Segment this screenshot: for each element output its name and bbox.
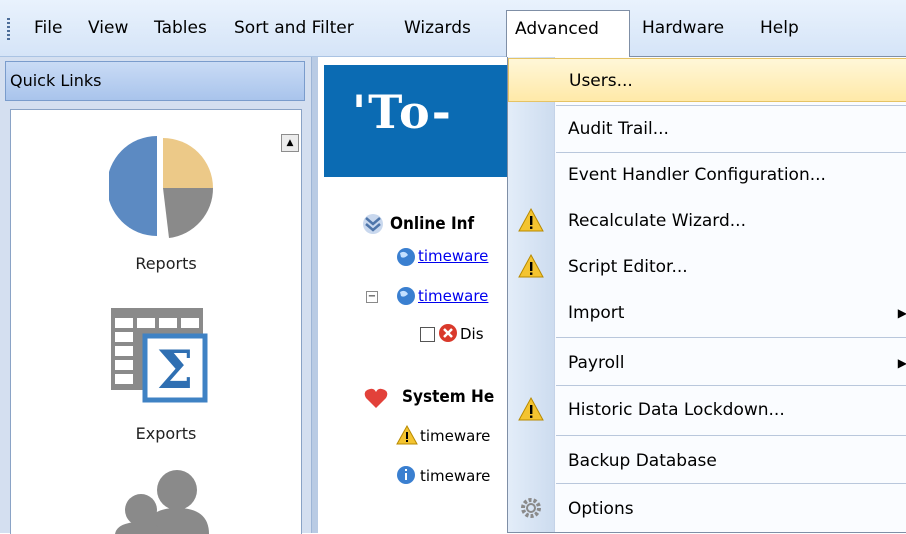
menu-view[interactable]: View: [80, 10, 136, 46]
globe-icon: [397, 287, 415, 305]
online-link-1[interactable]: timeware: [418, 247, 488, 265]
chevron-double-icon[interactable]: [362, 213, 384, 235]
menu-item-payroll[interactable]: Payroll ▶: [508, 341, 906, 385]
menu-separator: [556, 483, 906, 484]
warning-icon: [518, 253, 544, 278]
menu-separator: [556, 337, 906, 338]
warning-icon: [518, 396, 544, 421]
menu-item-historic-data-lockdown[interactable]: Historic Data Lockdown...: [508, 388, 906, 432]
banner-title: 'To-: [352, 85, 453, 139]
heart-icon: [364, 388, 388, 408]
menu-sort-and-filter[interactable]: Sort and Filter: [226, 10, 362, 46]
scroll-up-button[interactable]: ▲: [281, 134, 299, 152]
menu-item-label: Audit Trail...: [568, 119, 669, 139]
menu-item-event-handler-configuration[interactable]: Event Handler Configuration...: [508, 153, 906, 197]
quick-links-header: Quick Links: [5, 61, 305, 101]
toolbar-grip[interactable]: [7, 18, 10, 40]
error-icon: [439, 324, 457, 342]
online-info-heading: Online Inf: [390, 214, 475, 234]
menu-item-label: Users...: [569, 71, 633, 91]
menu-file[interactable]: File: [26, 10, 70, 46]
exports-sigma-icon[interactable]: Σ: [111, 298, 211, 408]
menu-bar: File View Tables Sort and Filter Wizards…: [0, 0, 906, 57]
online-link-2[interactable]: timeware: [418, 287, 488, 305]
submenu-arrow-icon: ▶: [897, 306, 906, 320]
menu-hardware[interactable]: Hardware: [634, 10, 732, 46]
menu-separator: [556, 435, 906, 436]
globe-icon: [397, 248, 415, 266]
quick-link-reports[interactable]: Reports: [111, 254, 221, 273]
quick-link-exports[interactable]: Exports: [111, 424, 221, 443]
svg-text:Σ: Σ: [157, 340, 194, 401]
warning-icon: [396, 425, 418, 445]
system-health-heading: System He: [402, 387, 495, 407]
menu-item-label: Import: [568, 303, 625, 323]
menu-item-label: Script Editor...: [568, 257, 688, 277]
menu-item-label: Payroll: [568, 353, 625, 373]
menu-item-script-editor[interactable]: Script Editor...: [508, 245, 906, 289]
menu-item-backup-database[interactable]: Backup Database: [508, 439, 906, 483]
menu-separator: [556, 385, 906, 386]
disable-label: Dis: [460, 325, 484, 343]
gear-icon: [521, 498, 541, 518]
quick-links-list: ▲ Reports Σ Exports: [10, 109, 302, 534]
menu-item-label: Historic Data Lockdown...: [568, 400, 785, 420]
menu-help[interactable]: Help: [752, 10, 807, 46]
menu-item-options[interactable]: Options: [508, 487, 906, 531]
users-icon[interactable]: [115, 470, 215, 534]
menu-item-label: Options: [568, 499, 634, 519]
menu-wizards[interactable]: Wizards: [396, 10, 479, 46]
menu-item-label: Backup Database: [568, 451, 717, 471]
menu-advanced[interactable]: Advanced: [506, 10, 630, 57]
system-item-1: timeware: [420, 427, 491, 445]
disable-checkbox[interactable]: [420, 327, 435, 342]
system-item-2: timeware: [420, 467, 491, 485]
menu-item-recalculate-wizard[interactable]: Recalculate Wizard...: [508, 199, 906, 243]
menu-item-users[interactable]: Users...: [508, 58, 906, 102]
pie-chart-icon[interactable]: [109, 134, 217, 242]
info-icon: [397, 466, 415, 484]
menu-item-audit-trail[interactable]: Audit Trail...: [508, 107, 906, 151]
menu-separator: [556, 105, 906, 106]
menu-tables[interactable]: Tables: [146, 10, 215, 46]
menu-item-label: Event Handler Configuration...: [568, 165, 826, 185]
menu-item-import[interactable]: Import ▶: [508, 291, 906, 335]
advanced-dropdown-menu: Users... Audit Trail... Event Handler Co…: [507, 56, 906, 533]
warning-icon: [518, 207, 544, 232]
collapse-toggle[interactable]: −: [366, 291, 378, 303]
quick-links-panel: Quick Links ▲ Reports Σ Exports: [0, 57, 312, 534]
menu-item-label: Recalculate Wizard...: [568, 211, 746, 231]
submenu-arrow-icon: ▶: [897, 356, 906, 370]
